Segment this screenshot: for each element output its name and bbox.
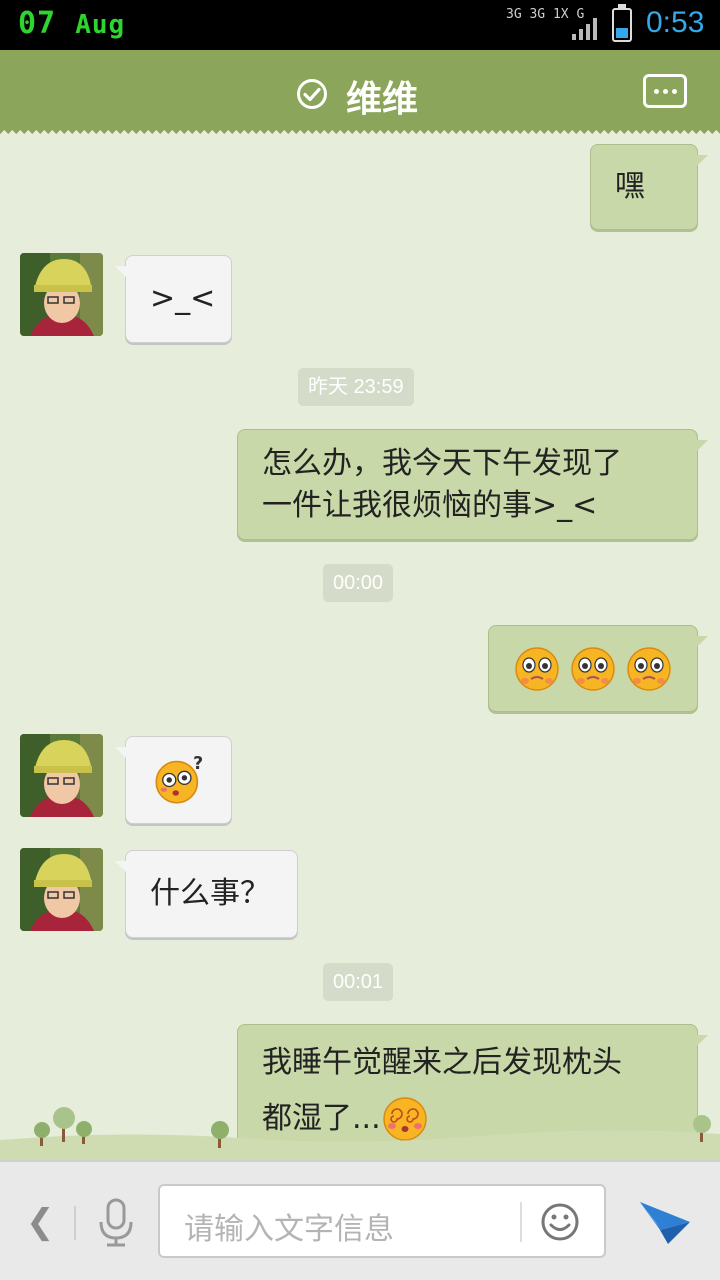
online-check-icon	[297, 79, 327, 109]
smiley-icon[interactable]	[540, 1202, 580, 1242]
outgoing-message[interactable]: 怎么办，我今天下午发现了 一件让我很烦恼的事>_<	[237, 429, 708, 540]
battery-icon	[612, 4, 632, 42]
pitiful-emoji-icon	[627, 646, 671, 691]
confused-emoji-icon: ?	[154, 754, 203, 804]
message-text-line-1: 我睡午觉醒来之后发现枕头	[262, 1045, 622, 1080]
timestamp: 00:01	[323, 963, 394, 1001]
input-bar: ❮ 请输入文字信息	[0, 1160, 720, 1280]
status-date-day: 07	[18, 6, 57, 41]
message-text: 嘿	[615, 169, 645, 204]
divider	[520, 1202, 522, 1242]
chat-header: 维维	[0, 50, 720, 136]
status-date: 07 Aug	[18, 6, 125, 41]
microphone-icon[interactable]	[96, 1198, 136, 1248]
message-list[interactable]: 嘿 >_< 昨天 23:59 怎么办，我今天下午发现了 一件让我很烦恼的事>_<…	[0, 136, 720, 1160]
pitiful-emoji-icon	[515, 646, 559, 691]
contact-avatar[interactable]	[20, 848, 103, 931]
status-bar: 07 Aug 3G 3G 1X G 0:53	[0, 0, 720, 50]
divider	[74, 1206, 76, 1240]
incoming-message[interactable]: 什么事？	[115, 850, 298, 938]
message-text-line-2: 一件让我很烦恼的事>_<	[262, 487, 598, 523]
incoming-emoji-message[interactable]: ?	[115, 736, 232, 824]
send-icon[interactable]	[638, 1192, 692, 1246]
timestamp: 昨天 23:59	[298, 368, 414, 406]
contact-name[interactable]: 维维	[346, 70, 418, 122]
pitiful-emoji-icon	[571, 646, 615, 691]
more-options-icon[interactable]	[643, 74, 687, 108]
outgoing-message[interactable]: 嘿	[590, 144, 708, 230]
svg-text:?: ?	[193, 754, 203, 774]
message-text-line-1: 怎么办，我今天下午发现了	[262, 445, 622, 481]
back-icon[interactable]: ❮	[26, 1202, 55, 1242]
contact-avatar[interactable]	[20, 734, 103, 817]
message-input[interactable]: 请输入文字信息	[158, 1184, 606, 1258]
incoming-message[interactable]: >_<	[115, 255, 232, 343]
signal-icon	[572, 18, 597, 40]
landscape-decoration	[0, 1107, 720, 1162]
status-date-month: Aug	[75, 10, 126, 40]
message-input-placeholder: 请输入文字信息	[184, 1212, 394, 1247]
outgoing-emoji-message[interactable]	[488, 625, 708, 712]
message-text: 什么事？	[150, 876, 270, 911]
timestamp: 00:00	[323, 564, 394, 602]
status-time: 0:53	[646, 6, 705, 39]
contact-avatar[interactable]	[20, 253, 103, 336]
message-text: >_<	[150, 281, 216, 316]
